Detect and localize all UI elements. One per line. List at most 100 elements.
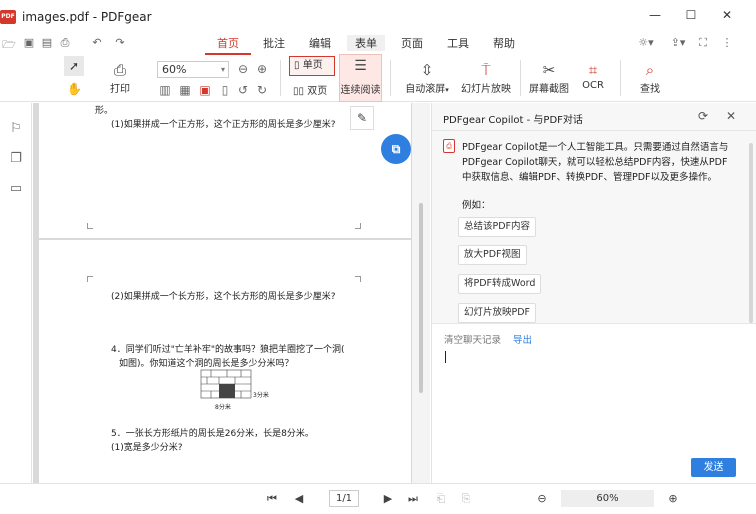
figure-label-height: 3分米	[253, 392, 269, 399]
scroll-pages-icon: ☰	[354, 58, 367, 74]
auto-scroll-icon: ⇳	[420, 61, 434, 79]
theme-icon[interactable]: ☼▾	[636, 36, 656, 49]
auto-scroll-button[interactable]: ⇳ 自动滚屏▾	[401, 60, 453, 95]
fullscreen-icon[interactable]: ⛶	[696, 36, 710, 50]
divider	[620, 60, 621, 96]
zoom-value: 60%	[162, 63, 187, 76]
export-link[interactable]: 导出	[513, 332, 532, 346]
chevron-down-icon: ▾	[220, 65, 225, 74]
copilot-settings-icon[interactable]: ⟳	[698, 109, 708, 123]
print-quick-icon[interactable]: ⎙	[58, 36, 72, 50]
copilot-scrollbar[interactable]	[749, 143, 753, 323]
thumbnails-icon[interactable]: ❐	[8, 151, 24, 166]
tab-form[interactable]: 表单	[347, 35, 385, 51]
ocr-label: OCR	[582, 80, 604, 91]
close-icon[interactable]: ✕	[726, 109, 736, 123]
ocr-button[interactable]: ⌗ OCR	[578, 60, 608, 91]
pdf-page-2: (2)如果拼成一个长方形，这个长方形的周长是多少厘米? 4．同学们听过"亡羊补牢…	[39, 240, 411, 483]
crop-mark	[87, 276, 93, 282]
suggestion-slideshow[interactable]: 幻灯片放映PDF	[458, 303, 537, 323]
page2-question-4-line1: 4．同学们听过"亡羊补牢"的故事吗？狼把羊圈挖了一个洞(	[111, 345, 345, 355]
copilot-title: PDFgear Copilot - 与PDF对话	[443, 115, 583, 126]
tab-annotate[interactable]: 批注	[263, 35, 285, 51]
more-icon[interactable]: ⋮	[720, 36, 734, 49]
page1-fragment: 形。	[95, 106, 114, 116]
crop-mark	[355, 276, 361, 282]
example-label: 例如：	[462, 200, 491, 211]
double-page-label: 双页	[307, 86, 328, 97]
edit-pencil-button[interactable]: ✎	[350, 106, 374, 130]
screenshot-label: 屏幕截图	[529, 84, 569, 95]
first-page-icon[interactable]: ⏮	[265, 492, 279, 506]
actual-size-icon[interactable]: ▣	[198, 83, 212, 97]
zoom-out-icon[interactable]: ⊖	[535, 492, 549, 505]
share-icon[interactable]: ⇪▾	[668, 36, 688, 49]
zoom-select[interactable]: 60% ▾	[157, 61, 229, 78]
zoom-level-field[interactable]: 60%	[561, 490, 654, 507]
document-scrollbar[interactable]	[412, 103, 430, 483]
zoom-in-icon[interactable]: ⊕	[666, 492, 680, 505]
maximize-button[interactable]: ☐	[676, 8, 706, 22]
forward-view-icon[interactable]: ⎘	[459, 492, 473, 506]
page-number-input[interactable]: 1/1	[329, 490, 359, 507]
find-button[interactable]: ⌕ 查找	[636, 60, 664, 95]
undo-icon[interactable]: ↶	[90, 36, 104, 49]
page2-question-5-line2: (1)宽是多少分米?	[111, 443, 183, 453]
suggestion-summarize[interactable]: 总结该PDF内容	[458, 217, 537, 237]
tab-edit[interactable]: 编辑	[309, 35, 331, 51]
zoom-out-icon[interactable]: ⊖	[236, 62, 250, 76]
save-as-icon[interactable]: ▤	[40, 36, 54, 49]
scrollbar-thumb[interactable]	[419, 203, 423, 393]
page1-question-1: (1)如果拼成一个正方形，这个正方形的周长是多少厘米?	[111, 120, 336, 130]
divider	[520, 60, 521, 96]
bookmark-icon[interactable]: ⚐	[8, 121, 24, 136]
text-cursor	[445, 351, 446, 363]
select-tool-button[interactable]: ➚	[64, 56, 84, 76]
suggestion-zoom[interactable]: 放大PDF视图	[458, 245, 527, 265]
fit-width-icon[interactable]: ▥	[158, 83, 172, 97]
suggestion-to-word[interactable]: 将PDF转成Word	[458, 274, 542, 294]
tab-home[interactable]: 首页	[205, 35, 251, 55]
close-button[interactable]: ✕	[712, 8, 742, 22]
figure-label-width: 8分米	[215, 404, 231, 411]
minimize-button[interactable]: —	[640, 8, 670, 22]
continuous-read-button[interactable]: ☰ 连续阅读	[339, 54, 382, 102]
crop-mark	[87, 223, 93, 229]
hand-tool-icon[interactable]: ✋	[67, 82, 82, 96]
pdf-file-icon: ⎙	[443, 139, 455, 153]
print-button[interactable]: ⎙ 打印	[106, 60, 134, 95]
copilot-float-button[interactable]: ⧉	[381, 134, 411, 164]
double-page-icon: ▯▯	[293, 86, 305, 97]
clear-chat-link[interactable]: 清空聊天记录	[444, 332, 501, 346]
double-page-button[interactable]: ▯▯ 双页	[293, 82, 327, 97]
divider	[390, 60, 391, 96]
fit-page-icon[interactable]: ▦	[178, 83, 192, 97]
presentation-icon: ⍑	[481, 61, 491, 79]
prev-page-icon[interactable]: ◀	[292, 492, 306, 505]
fit-visible-icon[interactable]: ▯	[218, 83, 232, 97]
back-view-icon[interactable]: ⎗	[434, 492, 448, 506]
next-page-icon[interactable]: ▶	[381, 492, 395, 505]
comments-icon[interactable]: ▭	[8, 181, 24, 196]
menu-row: 🗁 ▣ ▤ ⎙ ↶ ↷ 首页 批注 编辑 表单 页面 工具 帮助 ☼▾ ⇪▾ ⛶…	[0, 34, 756, 55]
zoom-in-icon[interactable]: ⊕	[255, 62, 269, 76]
page2-question-2: (2)如果拼成一个长方形，这个长方形的周长是多少厘米?	[111, 292, 336, 302]
single-page-button[interactable]: ▯ 单页	[289, 56, 335, 76]
copilot-panel: PDFgear Copilot - 与PDF对话 ⟳ ✕ ⎙ PDFgear C…	[431, 103, 756, 483]
tab-tools[interactable]: 工具	[447, 35, 469, 51]
send-button[interactable]: 发送	[691, 458, 736, 477]
tab-help[interactable]: 帮助	[493, 35, 515, 51]
last-page-icon[interactable]: ⏭	[406, 492, 420, 506]
title-bar: PDF images.pdf - PDFgear — ☐ ✕	[0, 0, 756, 34]
rotate-right-icon[interactable]: ↻	[255, 83, 269, 97]
chat-input-area[interactable]: 清空聊天记录 导出 发送	[432, 323, 756, 483]
screenshot-button[interactable]: ✂ 屏幕截图	[527, 60, 571, 95]
save-icon[interactable]: ▣	[22, 36, 36, 49]
slideshow-button[interactable]: ⍑ 幻灯片放映	[460, 60, 512, 95]
document-viewer[interactable]: 形。 (1)如果拼成一个正方形，这个正方形的周长是多少厘米? (2)如果拼成一个…	[33, 103, 430, 483]
rotate-left-icon[interactable]: ↺	[236, 83, 250, 97]
redo-icon[interactable]: ↷	[113, 36, 127, 49]
single-page-icon: ▯	[294, 60, 300, 71]
tab-page[interactable]: 页面	[401, 35, 423, 51]
intro-line-3: 中获取信息、编辑PDF、转换PDF、管理PDF以及更多操作。	[462, 172, 718, 183]
